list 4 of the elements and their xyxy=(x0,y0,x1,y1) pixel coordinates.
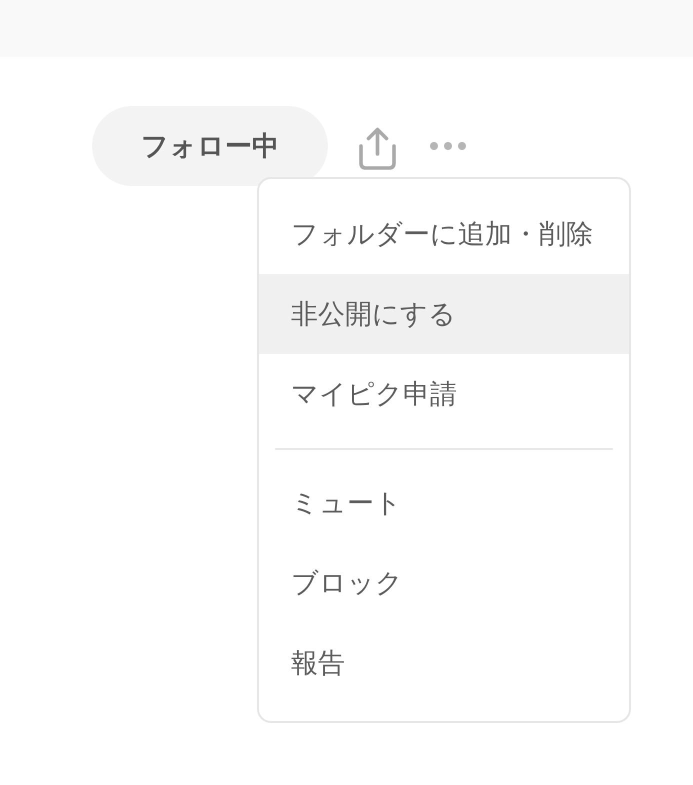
following-button[interactable]: フォロー中 xyxy=(92,106,328,186)
more-options-icon[interactable] xyxy=(430,142,466,150)
menu-item[interactable]: 非公開にする xyxy=(259,274,629,354)
share-icon[interactable] xyxy=(359,126,396,170)
